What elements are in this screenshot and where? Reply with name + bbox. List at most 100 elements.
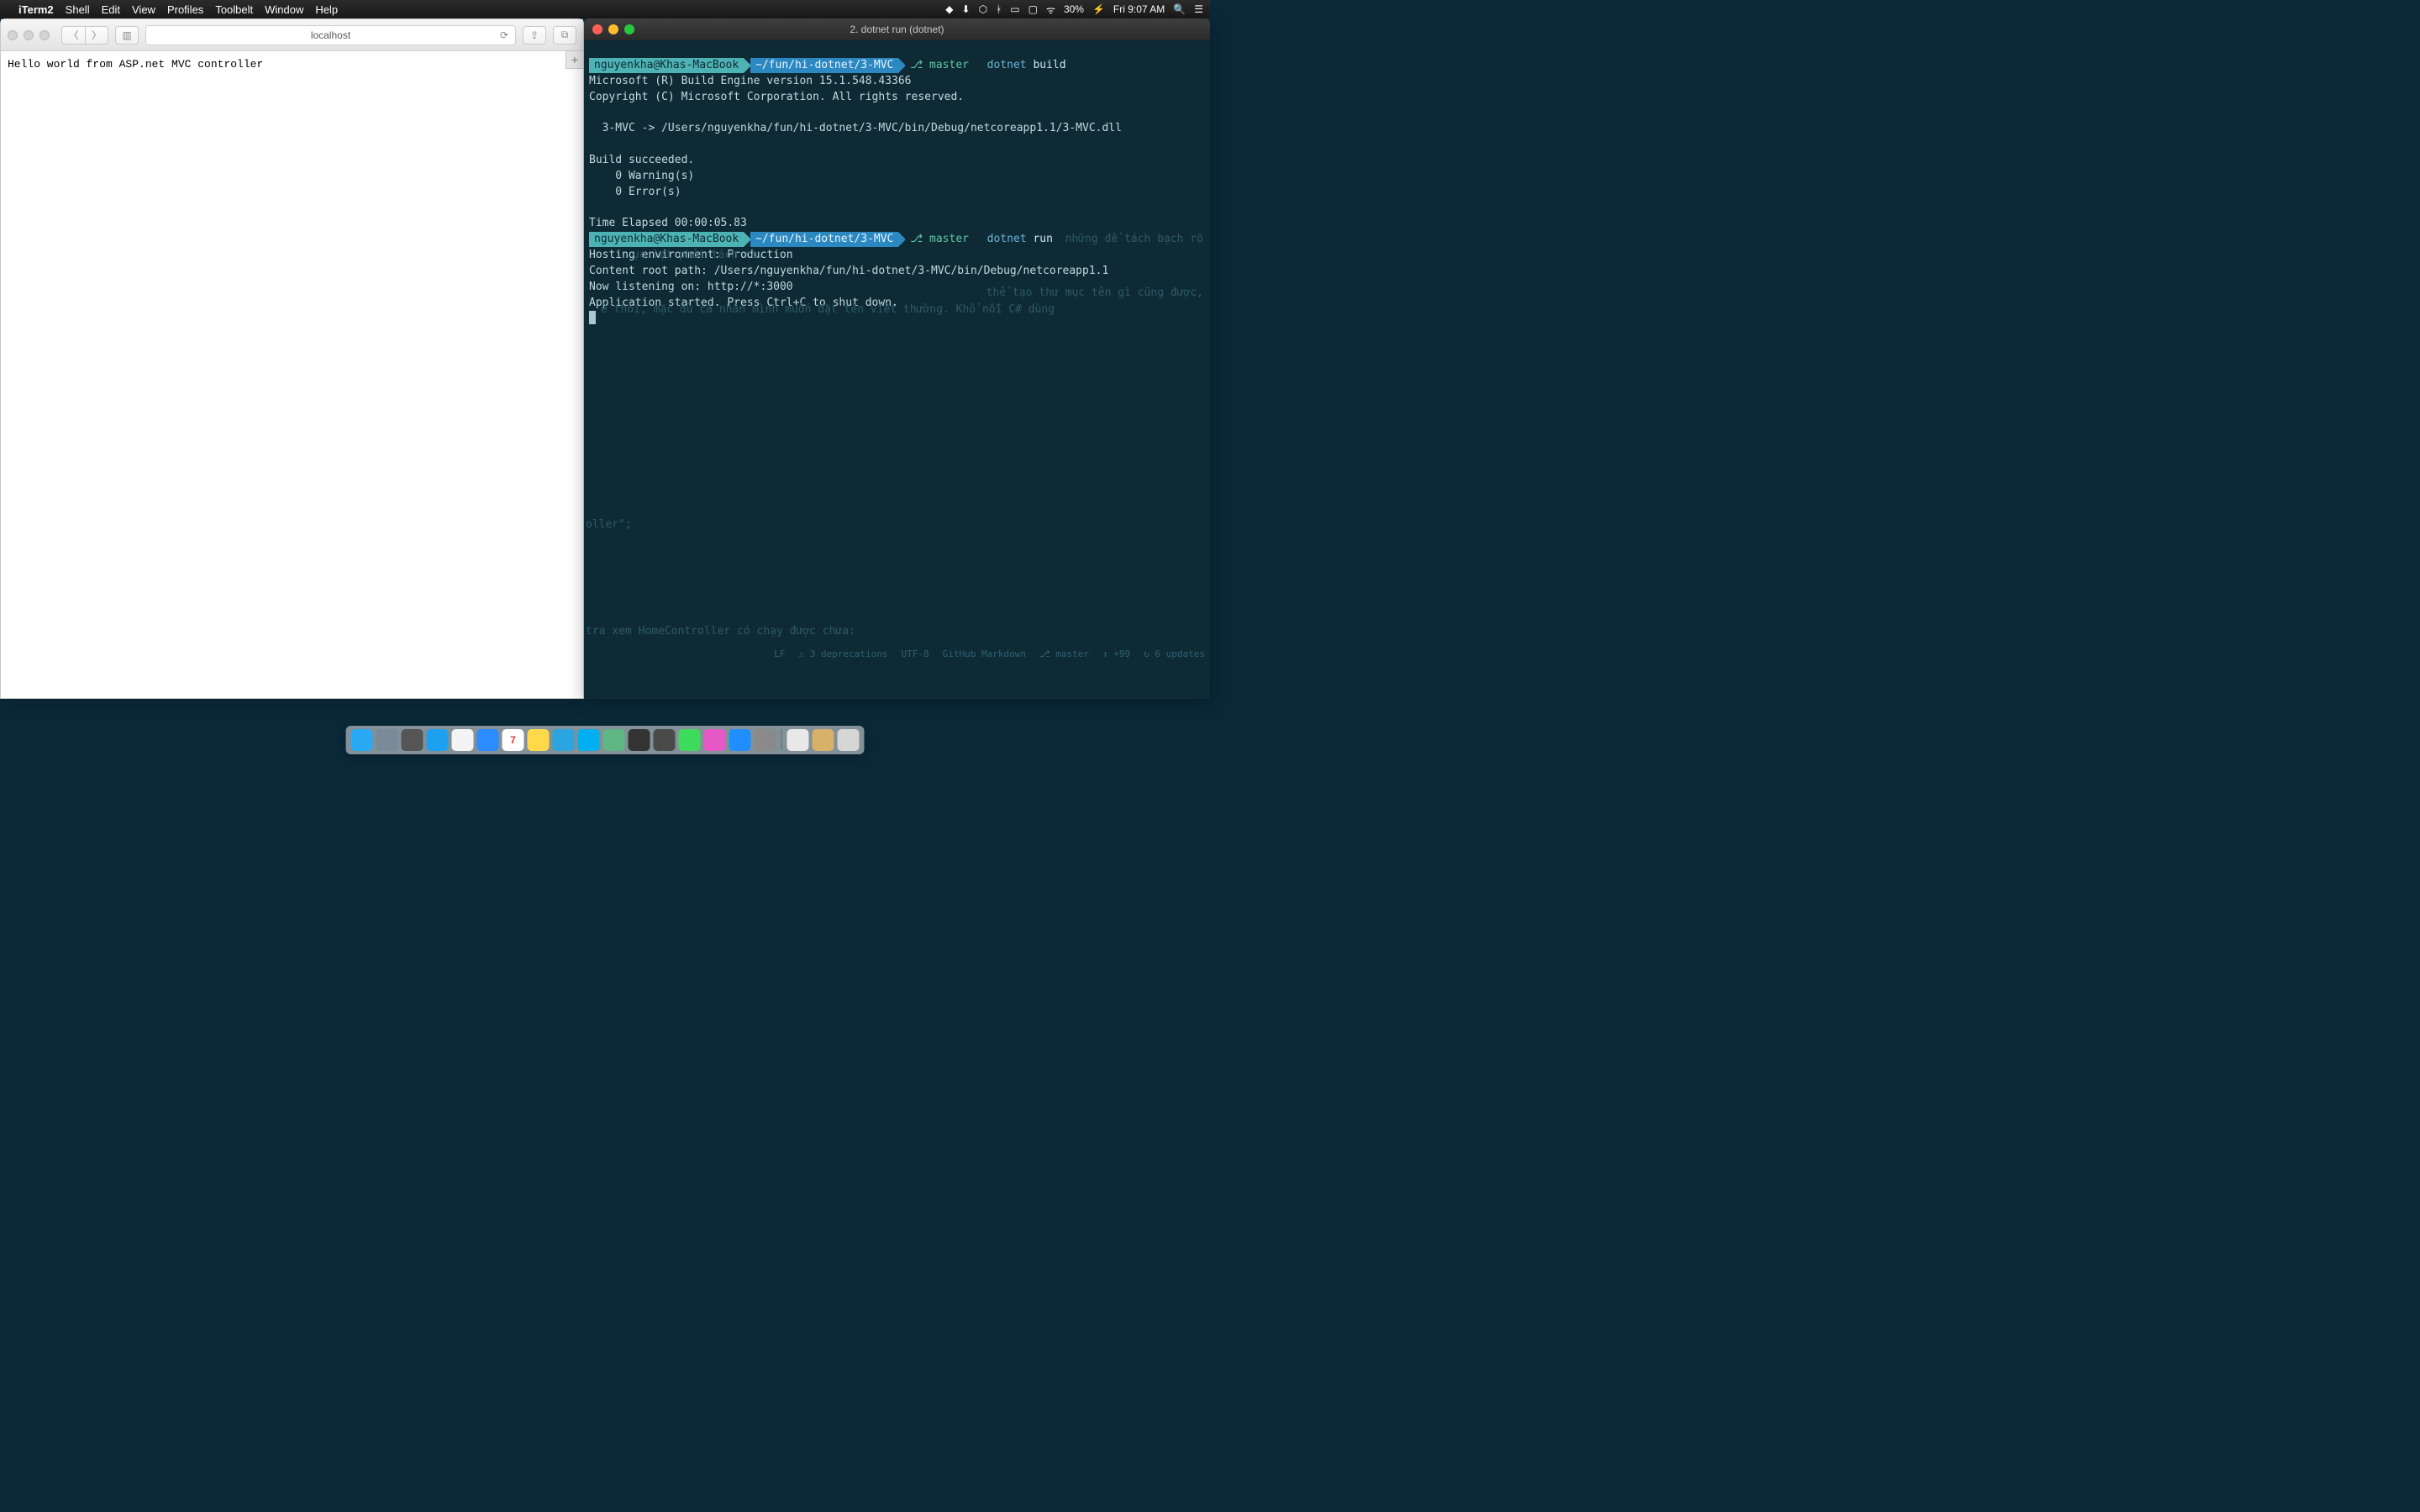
- zoom-button[interactable]: [39, 30, 50, 40]
- dock-safari[interactable]: [427, 729, 449, 751]
- command-arg: run: [1033, 233, 1052, 245]
- prompt-path: ~/fun/hi-dotnet/3-MVC: [750, 232, 898, 247]
- terminal-title: 2. dotnet run (dotnet): [850, 24, 944, 35]
- output-line: 0 Error(s): [589, 186, 681, 198]
- dock-launchpad[interactable]: [376, 729, 398, 751]
- command-keyword: dotnet: [987, 233, 1027, 245]
- dock-rocket[interactable]: [402, 729, 424, 751]
- prompt-host: nguyenkha@Khas-MacBook: [589, 58, 744, 73]
- page-content: Hello world from ASP.net MVC controller: [1, 51, 583, 698]
- command-arg: build: [1033, 59, 1065, 71]
- menu-edit[interactable]: Edit: [102, 3, 120, 16]
- back-button[interactable]: 〈: [61, 26, 85, 45]
- output-line: 0 Warning(s): [589, 170, 694, 182]
- clock[interactable]: Fri 9:07 AM: [1113, 3, 1165, 15]
- notification-center-icon[interactable]: ☰: [1194, 3, 1203, 15]
- dock: 7: [346, 726, 865, 754]
- slack-icon[interactable]: ◆: [945, 3, 953, 15]
- dock-notes[interactable]: [528, 729, 550, 751]
- dock-divider: [781, 729, 782, 749]
- dock-mail[interactable]: [477, 729, 499, 751]
- menu-toolbelt[interactable]: Toolbelt: [215, 3, 253, 16]
- status-updates: ↻ 6 updates: [1144, 648, 1205, 661]
- dock-itunes[interactable]: [704, 729, 726, 751]
- prompt-path: ~/fun/hi-dotnet/3-MVC: [750, 58, 898, 73]
- output-line: Time Elapsed 00:00:05.83: [589, 217, 747, 229]
- terminal-titlebar: 2. dotnet run (dotnet): [584, 18, 1210, 40]
- close-button[interactable]: [592, 24, 602, 34]
- share-button[interactable]: ⇪: [523, 26, 546, 45]
- minimize-button[interactable]: [24, 30, 34, 40]
- git-branch-icon: ⎇: [910, 233, 929, 245]
- output-line: Copyright (C) Microsoft Corporation. All…: [589, 91, 964, 103]
- app-menu[interactable]: iTerm2: [18, 3, 54, 16]
- address-bar[interactable]: localhost ⟳: [145, 25, 516, 45]
- dock-document[interactable]: [787, 729, 809, 751]
- new-tab-button[interactable]: +: [566, 50, 584, 69]
- ghost-text: ế thôi, mặc dù cá nhân mình muốn đặt tên…: [601, 302, 1055, 318]
- status-encoding: UTF-8: [901, 648, 929, 661]
- status-branch: ⎇ master: [1039, 648, 1089, 661]
- ghost-text: oller";: [586, 517, 632, 533]
- forward-button[interactable]: 〉: [85, 26, 108, 45]
- safari-toolbar: 〈 〉 ▥ localhost ⟳ ⇪ ⧉ +: [1, 19, 583, 51]
- dropbox-icon[interactable]: ⬇: [962, 3, 971, 15]
- bluetooth-icon[interactable]: ᚼ: [996, 3, 1002, 15]
- reload-icon[interactable]: ⟳: [500, 29, 508, 41]
- battery-percent: 30%: [1064, 3, 1084, 15]
- spotlight-icon[interactable]: 🔍: [1173, 3, 1186, 15]
- battery-icon[interactable]: ▢: [1028, 3, 1038, 15]
- prompt-branch: ⎇ master: [905, 58, 974, 73]
- dock-terminal[interactable]: [629, 729, 650, 751]
- output-line: Build succeeded.: [589, 154, 694, 166]
- dock-skype[interactable]: [578, 729, 600, 751]
- menu-shell[interactable]: Shell: [66, 3, 90, 16]
- output-line: Now listening on: http://*:3000: [589, 281, 793, 293]
- status-language: GitHub Markdown: [943, 648, 1026, 661]
- page-body-text: Hello world from ASP.net MVC controller: [8, 58, 263, 71]
- menubar: iTerm2 Shell Edit View Profiles Toolbelt…: [0, 0, 1210, 18]
- ghost-text: ục lại phải tách ra.: [633, 248, 765, 264]
- safari-window: 〈 〉 ▥ localhost ⟳ ⇪ ⧉ + Hello world from…: [0, 18, 584, 699]
- android-icon[interactable]: ⬡: [979, 3, 987, 15]
- dock-folder[interactable]: [813, 729, 834, 751]
- terminal-window: 2. dotnet run (dotnet) nguyenkha@Khas-Ma…: [584, 18, 1210, 699]
- status-stash: ↕ +99: [1102, 648, 1130, 661]
- wifi-icon[interactable]: ᯤ: [1046, 3, 1055, 17]
- dock-trash[interactable]: [838, 729, 860, 751]
- dock-appstore[interactable]: [729, 729, 751, 751]
- dock-finder[interactable]: [351, 729, 373, 751]
- ghost-text: thể tạo thư mục tên gì cũng được,: [986, 286, 1203, 302]
- editor-status-bar: LF ⚠ 3 deprecations UTF-8 GitHub Markdow…: [774, 648, 1205, 661]
- output-line: Microsoft (R) Build Engine version 15.1.…: [589, 75, 912, 87]
- cursor: [589, 311, 596, 324]
- dock-settings[interactable]: [755, 729, 776, 751]
- dock-calendar[interactable]: 7: [502, 729, 524, 751]
- charging-icon: ⚡: [1092, 3, 1105, 15]
- menu-window[interactable]: Window: [265, 3, 303, 16]
- menu-profiles[interactable]: Profiles: [167, 3, 203, 16]
- dock-sublime[interactable]: [654, 729, 676, 751]
- menu-help[interactable]: Help: [315, 3, 338, 16]
- minimize-button[interactable]: [608, 24, 618, 34]
- git-branch-icon: ⎇: [910, 59, 929, 71]
- prompt-host: nguyenkha@Khas-MacBook: [589, 232, 744, 247]
- dock-atom[interactable]: [603, 729, 625, 751]
- menu-view[interactable]: View: [132, 3, 155, 16]
- zoom-button[interactable]: [624, 24, 634, 34]
- terminal-body[interactable]: nguyenkha@Khas-MacBook ~/fun/hi-dotnet/3…: [584, 40, 1210, 699]
- command-keyword: dotnet: [987, 59, 1027, 71]
- ghost-text: tra xem HomeController có chạy được chưa…: [586, 624, 855, 640]
- ghost-text: những để tách bạch rõ: [1065, 232, 1203, 248]
- output-line: Content root path: /Users/nguyenkha/fun/…: [589, 265, 1108, 277]
- tabs-button[interactable]: ⧉: [553, 26, 576, 45]
- dock-messages[interactable]: [679, 729, 701, 751]
- sidebar-button[interactable]: ▥: [115, 26, 139, 45]
- close-button[interactable]: [8, 30, 18, 40]
- prompt-branch: ⎇ master: [905, 232, 974, 247]
- status-deprecations: ⚠ 3 deprecations: [799, 648, 888, 661]
- dock-chrome[interactable]: [452, 729, 474, 751]
- airplay-icon[interactable]: ▭: [1010, 3, 1019, 15]
- status-lf: LF: [774, 648, 785, 661]
- dock-telegram[interactable]: [553, 729, 575, 751]
